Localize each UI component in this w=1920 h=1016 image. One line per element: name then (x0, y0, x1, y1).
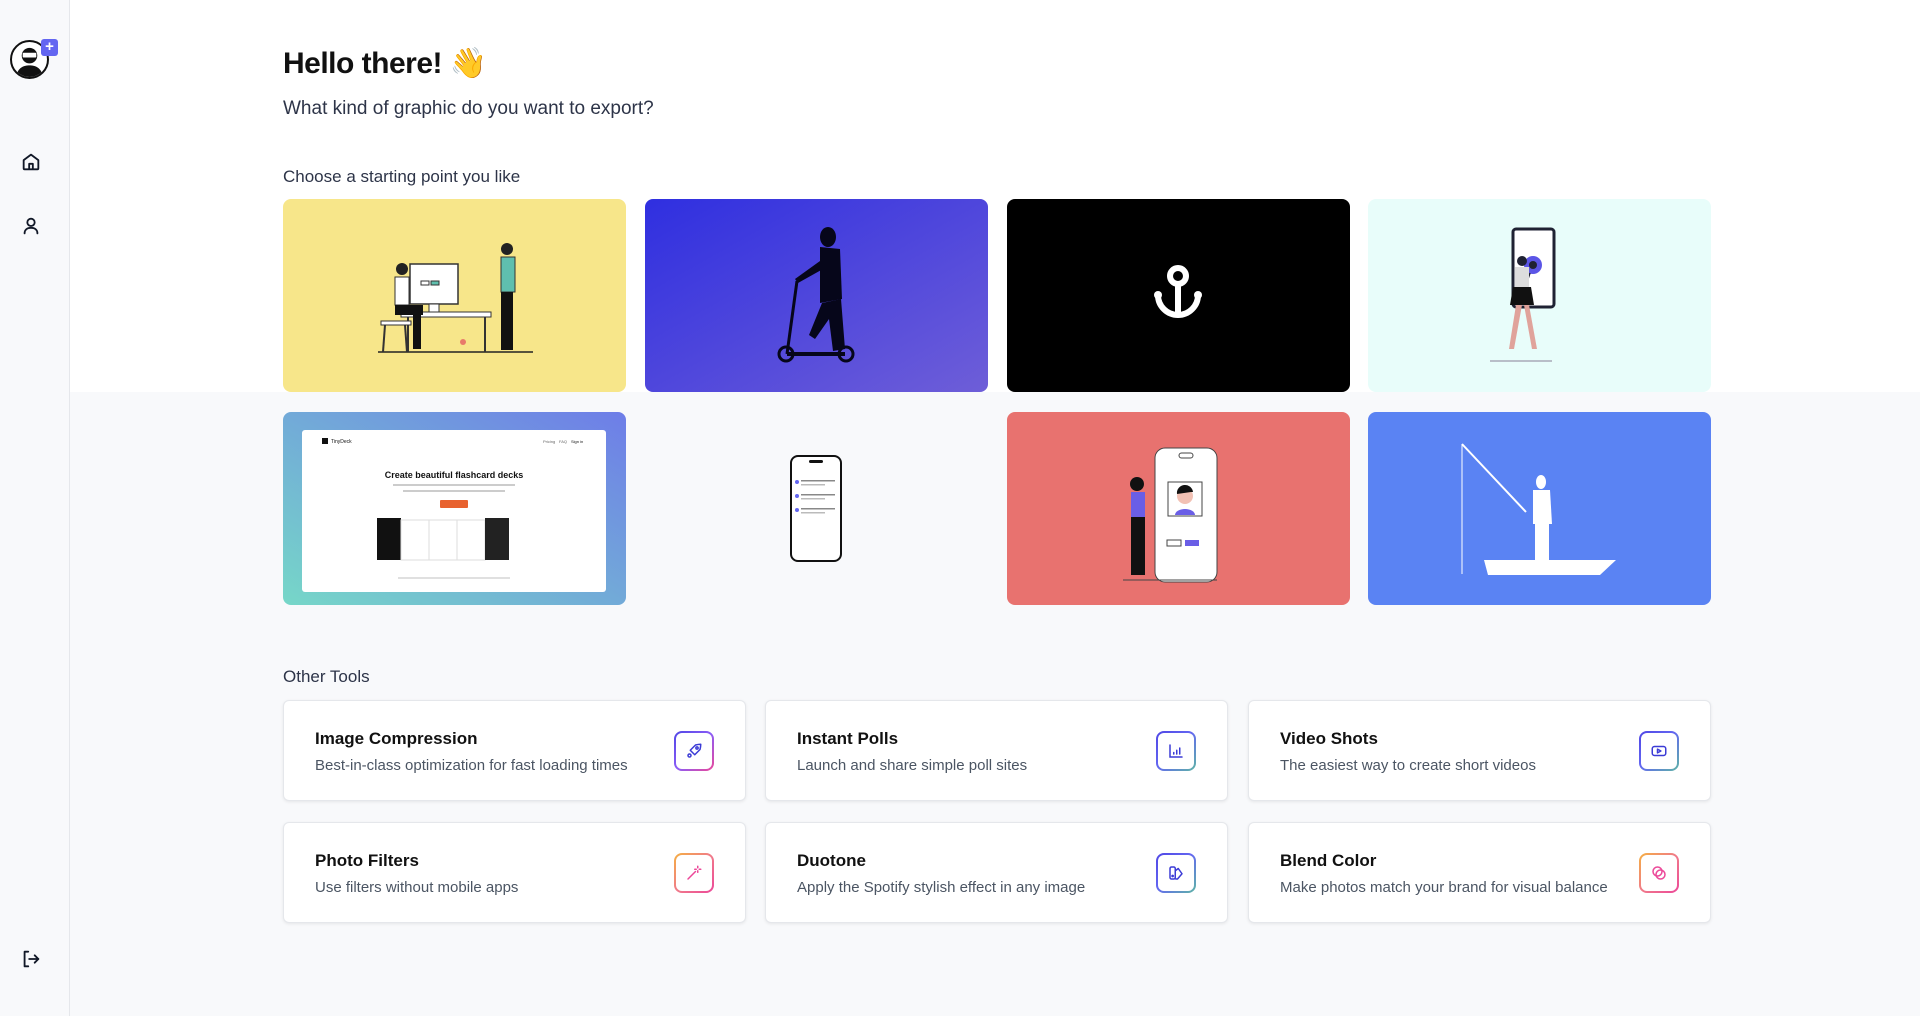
desk-illustration-image (283, 199, 626, 392)
swatch-icon (1169, 866, 1183, 880)
mockup-brand: TinyDeck (331, 439, 352, 445)
page-subtitle: What kind of graphic do you want to expo… (283, 98, 654, 119)
tool-description: Apply the Spotify stylish effect in any … (797, 879, 1086, 896)
sidebar-item-account[interactable] (20, 215, 42, 237)
tool-title: Duotone (797, 851, 866, 870)
tool-icon-box (674, 731, 714, 771)
tool-icon-box (1156, 731, 1196, 771)
flower-frame-image (1368, 199, 1711, 392)
tool-description: Best-in-class optimization for fast load… (315, 757, 628, 774)
tool-description: Use filters without mobile apps (315, 879, 519, 896)
tools-section-label: Other Tools (283, 667, 370, 686)
tool-card-video-shots[interactable]: Video Shots The easiest way to create sh… (1248, 700, 1711, 801)
add-account-badge[interactable]: + (41, 39, 58, 56)
magic-wand-icon (687, 865, 702, 880)
fishing-boat-image (1368, 412, 1711, 605)
flashcard-mockup-image: TinyDeck Pricing FAQ Sign in Create beau… (283, 412, 626, 605)
mockup-nav-pricing: Pricing (543, 439, 555, 444)
tool-icon-box (1156, 853, 1196, 893)
tool-description: Make photos match your brand for visual … (1280, 879, 1608, 896)
tool-title: Photo Filters (315, 851, 419, 870)
page-title: Hello there! 👋 (283, 47, 487, 80)
tool-description: The easiest way to create short videos (1280, 757, 1536, 774)
template-card-anchor-graphic[interactable] (1007, 199, 1350, 392)
logout-icon (23, 950, 40, 968)
scooter-silhouette-image (645, 199, 988, 392)
mockup-nav-faq: FAQ (559, 439, 567, 444)
tool-title: Video Shots (1280, 729, 1378, 748)
tool-card-instant-polls[interactable]: Instant Polls Launch and share simple po… (765, 700, 1228, 801)
template-card-flashcard-mockup[interactable]: TinyDeck Pricing FAQ Sign in Create beau… (283, 412, 626, 605)
template-card-desk-illustration[interactable] (283, 199, 626, 392)
tool-card-image-compression[interactable]: Image Compression Best-in-class optimiza… (283, 700, 746, 801)
tool-description: Launch and share simple poll sites (797, 757, 1028, 774)
tool-card-photo-filters[interactable]: Photo Filters Use filters without mobile… (283, 822, 746, 923)
phone-profile-image (1007, 412, 1350, 605)
sidebar-item-home[interactable] (20, 151, 42, 173)
phone-mockup-image (645, 412, 988, 605)
user-icon (23, 217, 39, 235)
video-play-icon (1651, 745, 1667, 757)
blend-circles-icon (1652, 866, 1666, 880)
anchor-graphic-image (1007, 199, 1350, 392)
tool-title: Image Compression (315, 729, 478, 748)
template-card-phone-mockup[interactable] (645, 412, 988, 605)
tool-card-blend-color[interactable]: Blend Color Make photos match your brand… (1248, 822, 1711, 923)
rocket-icon (687, 743, 702, 758)
tool-title: Blend Color (1280, 851, 1377, 870)
sidebar: + (0, 0, 70, 1016)
tool-icon-box (1639, 853, 1679, 893)
mockup-headline: Create beautiful flashcard decks (385, 470, 524, 480)
home-icon (22, 153, 40, 171)
mockup-nav-signin: Sign in (571, 439, 583, 444)
template-card-fishing-boat[interactable] (1368, 412, 1711, 605)
tool-icon-box (1639, 731, 1679, 771)
tool-card-duotone[interactable]: Duotone Apply the Spotify stylish effect… (765, 822, 1228, 923)
tool-icon-box (674, 853, 714, 893)
tool-title: Instant Polls (797, 729, 899, 748)
template-card-scooter-silhouette[interactable] (645, 199, 988, 392)
bar-chart-icon (1169, 744, 1183, 758)
sidebar-item-logout[interactable] (20, 948, 42, 970)
templates-section-label: Choose a starting point you like (283, 167, 521, 186)
template-card-flower-frame[interactable] (1368, 199, 1711, 392)
template-card-phone-profile[interactable] (1007, 412, 1350, 605)
